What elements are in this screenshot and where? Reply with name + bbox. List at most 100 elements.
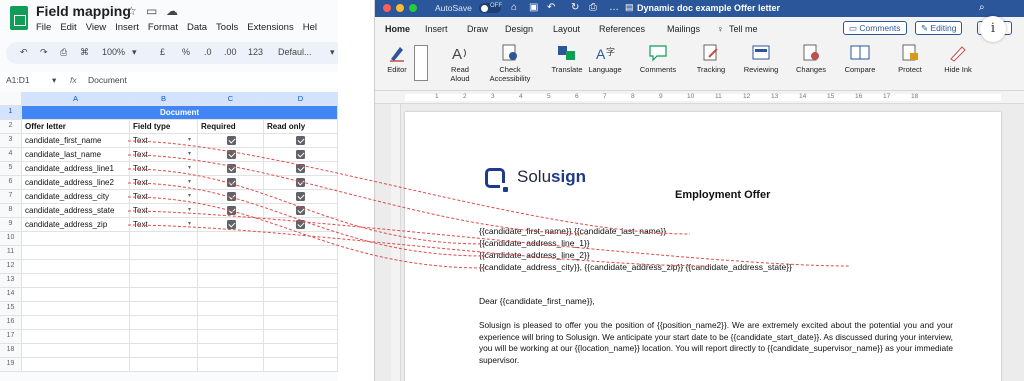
dropdown-arrow-icon[interactable]: ▾ [188,150,191,157]
row-header[interactable]: 8 [0,204,22,218]
dropdown-arrow-icon[interactable]: ▾ [188,192,191,199]
empty-cell[interactable] [22,288,130,302]
empty-cell[interactable] [130,274,198,288]
column-header-d[interactable]: D [264,92,338,106]
row-header[interactable]: 15 [0,302,22,316]
font-select[interactable]: Defaul... [278,47,312,57]
dropdown-arrow-icon[interactable]: ▾ [188,164,191,171]
required-checkbox[interactable] [227,178,236,187]
dropdown-arrow-icon[interactable]: ▾ [188,206,191,213]
sheets-logo-icon[interactable] [10,6,28,30]
required-checkbox[interactable] [227,150,236,159]
column-header-a[interactable]: A [22,92,130,106]
read-only-checkbox[interactable] [296,206,305,215]
field-type-cell[interactable]: Text ▾ [130,190,198,204]
percent-format-button[interactable]: % [182,47,190,57]
hide-ink-button[interactable]: Hide Ink [941,43,975,74]
empty-cell[interactable] [130,330,198,344]
field-type-cell[interactable]: Text ▾ [130,162,198,176]
tab-insert[interactable]: Insert [425,24,448,34]
tab-draw[interactable]: Draw [467,24,488,34]
home-icon[interactable]: ⌂ [511,2,517,13]
document-page[interactable]: Solusign Employment Offer {{candidate_fi… [405,112,1001,381]
empty-cell[interactable] [22,344,130,358]
empty-cell[interactable] [264,260,338,274]
empty-cell[interactable] [264,288,338,302]
read-only-checkbox[interactable] [296,136,305,145]
language-button[interactable]: A字 Language [587,43,623,74]
search-icon[interactable]: ⌕ [979,2,985,13]
more-icon[interactable]: … [609,2,619,13]
row-header[interactable]: 1 [0,106,22,120]
horizontal-ruler[interactable]: 1 2 3 4 5 6 7 8 9 10 11 12 13 14 15 16 1… [375,91,1024,104]
field-type-cell[interactable]: Text ▾ [130,176,198,190]
empty-cell[interactable] [198,246,264,260]
required-checkbox[interactable] [227,192,236,201]
header-offer-letter[interactable]: Offer letter [22,120,130,134]
header-required[interactable]: Required [198,120,264,134]
field-name-cell[interactable]: candidate_address_zip [22,218,130,232]
field-name-cell[interactable]: candidate_address_city [22,190,130,204]
translate-button[interactable]: Translate [549,43,585,74]
more-formats-button[interactable]: 123 [248,47,263,57]
tab-home[interactable]: Home [385,24,410,34]
field-name-cell[interactable]: candidate_address_line2 [22,176,130,190]
header-field-type[interactable]: Field type [130,120,198,134]
field-name-cell[interactable]: candidate_address_state [22,204,130,218]
vertical-ruler[interactable] [391,104,401,381]
empty-cell[interactable] [130,246,198,260]
undo-icon[interactable]: ↶ [20,47,28,58]
field-name-cell[interactable]: candidate_first_name [22,134,130,148]
empty-cell[interactable] [264,302,338,316]
close-window-icon[interactable] [383,4,391,12]
empty-cell[interactable] [264,358,338,372]
empty-cell[interactable] [264,246,338,260]
zoom-select[interactable]: 100% [102,47,125,57]
menu-file[interactable]: File [36,22,51,33]
empty-cell[interactable] [264,232,338,246]
dropdown-arrow-icon[interactable]: ▾ [188,220,191,227]
empty-cell[interactable] [198,302,264,316]
dropdown-arrow-icon[interactable]: ▾ [188,136,191,143]
empty-cell[interactable] [22,232,130,246]
menu-data[interactable]: Data [187,22,207,33]
menu-insert[interactable]: Insert [115,22,139,33]
empty-cell[interactable] [22,246,130,260]
empty-cell[interactable] [264,344,338,358]
empty-cell[interactable] [130,232,198,246]
row-header[interactable]: 7 [0,190,22,204]
increase-decimal-button[interactable]: .00 [224,47,237,57]
empty-cell[interactable] [22,316,130,330]
row-header[interactable]: 13 [0,274,22,288]
read-aloud-button[interactable]: A Read Aloud [445,43,475,83]
empty-cell[interactable] [22,330,130,344]
empty-cell[interactable] [198,274,264,288]
empty-cell[interactable] [130,260,198,274]
formula-input[interactable]: Document [88,75,127,85]
tab-references[interactable]: References [599,24,645,34]
minimize-window-icon[interactable] [396,4,404,12]
menu-format[interactable]: Format [148,22,178,33]
empty-cell[interactable] [22,358,130,372]
empty-cell[interactable] [264,316,338,330]
editing-button[interactable]: ✎ Editing [915,21,963,35]
field-name-cell[interactable]: candidate_address_line1 [22,162,130,176]
document-title[interactable]: Field mapping [36,3,131,19]
chevron-down-icon[interactable]: ▾ [330,47,335,58]
field-type-cell[interactable]: Text ▾ [130,134,198,148]
decrease-decimal-button[interactable]: .0 [204,47,212,57]
empty-cell[interactable] [198,330,264,344]
tab-design[interactable]: Design [505,24,533,34]
row-header[interactable]: 16 [0,316,22,330]
cloud-status-icon[interactable]: ☁ [166,4,178,18]
read-only-checkbox[interactable] [296,150,305,159]
read-only-checkbox[interactable] [296,178,305,187]
row-header[interactable]: 5 [0,162,22,176]
header-read-only[interactable]: Read only [264,120,338,134]
autosave-toggle[interactable]: OFF [479,3,502,13]
field-type-cell[interactable]: Text ▾ [130,148,198,162]
row-header[interactable]: 4 [0,148,22,162]
row-header[interactable]: 18 [0,344,22,358]
required-checkbox[interactable] [227,220,236,229]
field-name-cell[interactable]: candidate_last_name [22,148,130,162]
